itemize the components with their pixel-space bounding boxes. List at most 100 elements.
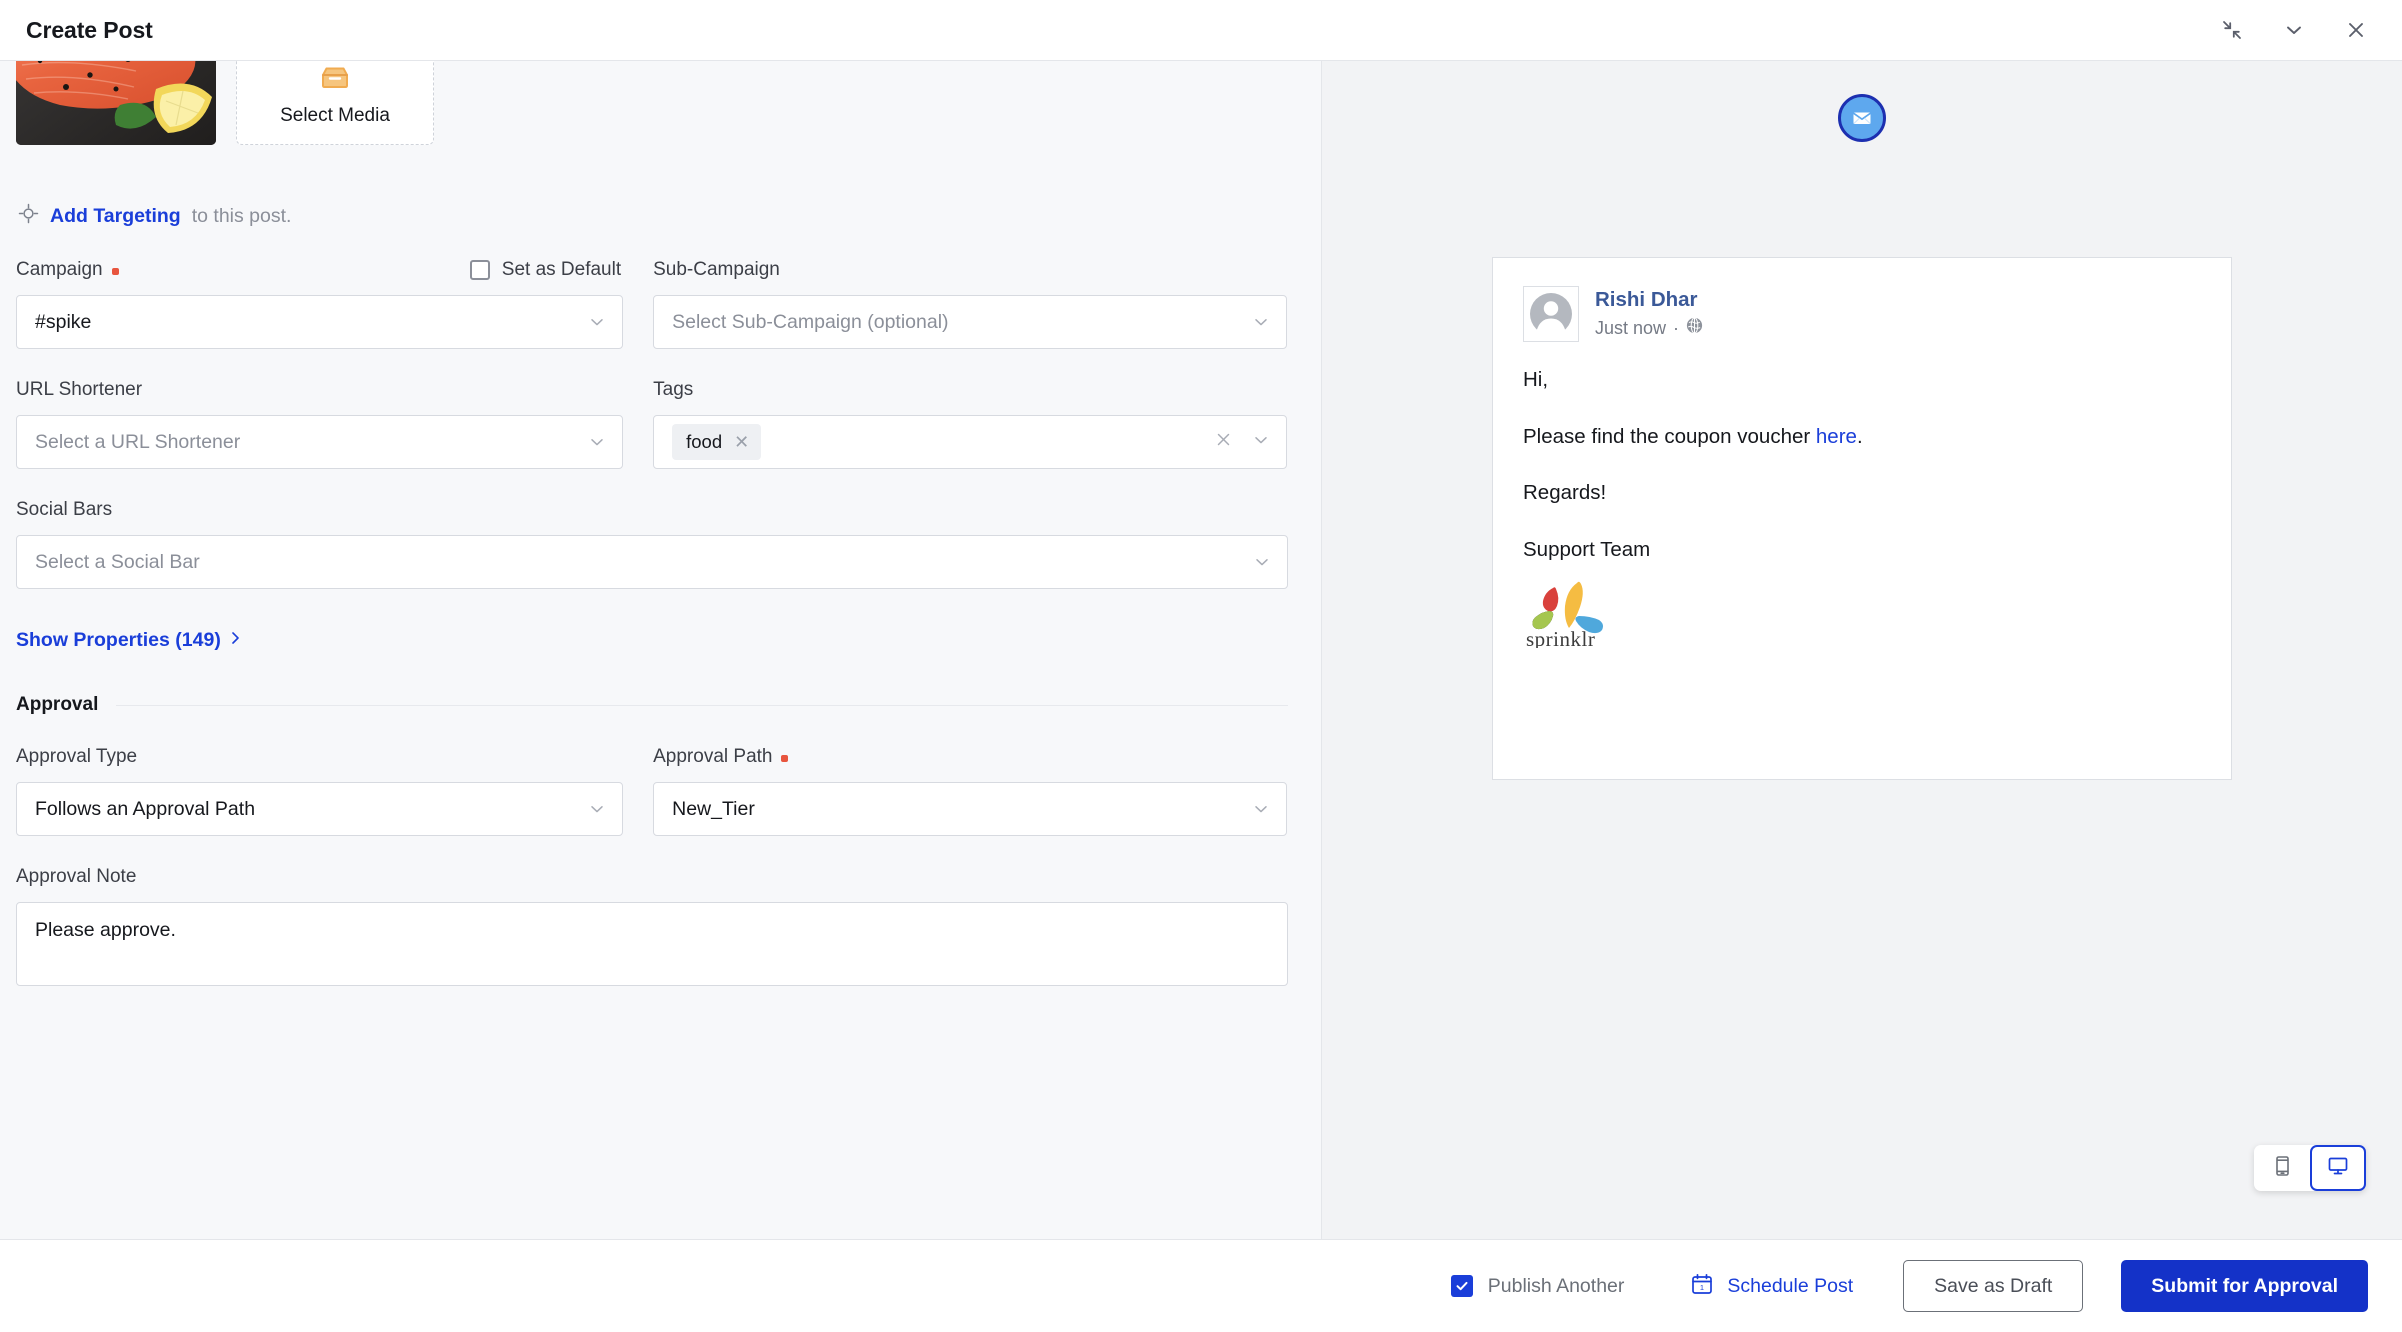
chevron-down-icon[interactable] <box>2280 16 2308 44</box>
post-preview-header: Rishi Dhar Just now · <box>1523 286 2201 342</box>
inbox-icon <box>321 66 349 95</box>
sub-campaign-select[interactable]: Select Sub-Campaign (optional) <box>653 295 1287 349</box>
required-indicator <box>781 754 789 762</box>
publish-another-checkbox[interactable] <box>1450 1275 1473 1297</box>
post-line-voucher: Please find the coupon voucher here. <box>1523 424 2201 448</box>
social-bars-label: Social Bars <box>16 499 113 520</box>
approval-path-value: New_Tier <box>672 797 755 820</box>
post-meta: Just now · <box>1595 317 1703 339</box>
show-properties-label: Show Properties (149) <box>16 629 221 651</box>
post-author-name[interactable]: Rishi Dhar <box>1595 288 1703 312</box>
post-greeting: Hi, <box>1523 368 1549 391</box>
social-bars-placeholder: Select a Social Bar <box>35 550 200 573</box>
chevron-right-icon <box>229 629 242 652</box>
post-line-suffix: . <box>1856 424 1863 448</box>
approval-type-value: Follows an Approval Path <box>35 797 256 820</box>
required-indicator <box>111 267 119 275</box>
select-media-button[interactable]: Select Media <box>236 61 434 145</box>
save-as-draft-button[interactable]: Save as Draft <box>1903 1260 2084 1312</box>
voucher-link[interactable]: here <box>1816 425 1857 448</box>
globe-icon <box>1686 317 1703 339</box>
url-shortener-placeholder: Select a URL Shortener <box>35 430 241 453</box>
social-bars-select[interactable]: Select a Social Bar <box>16 535 1288 589</box>
svg-text:sprinklr: sprinklr <box>1526 627 1595 648</box>
svg-text:1: 1 <box>1700 1283 1704 1292</box>
post-preview-body: Hi, Please find the coupon voucher here.… <box>1523 368 2201 561</box>
campaign-row: Campaign Set as Default #spike Sub-Campa… <box>16 257 1287 349</box>
approval-type-label: Approval Type <box>16 746 138 767</box>
add-targeting-suffix: to this post. <box>191 204 292 227</box>
mobile-icon <box>2272 1155 2292 1182</box>
tags-select[interactable]: food ✕ <box>653 415 1287 469</box>
approval-note-input[interactable]: Please approve. <box>16 902 1288 986</box>
url-shortener-field: URL Shortener Select a URL Shortener <box>16 377 653 469</box>
desktop-icon <box>2327 1155 2349 1182</box>
set-as-default-checkbox[interactable] <box>469 260 490 280</box>
chevron-down-icon <box>1252 431 1270 454</box>
approval-note-label: Approval Note <box>16 866 137 887</box>
remove-tag-icon[interactable]: ✕ <box>734 433 749 451</box>
show-properties-link[interactable]: Show Properties (149) <box>16 629 242 652</box>
post-preview-card: Rishi Dhar Just now · Hi, Please find th… <box>1492 257 2232 780</box>
url-tags-row: URL Shortener Select a URL Shortener Tag… <box>16 377 1287 469</box>
mobile-preview-button[interactable] <box>2254 1145 2310 1191</box>
email-icon[interactable] <box>1838 94 1886 142</box>
set-as-default-label: Set as Default <box>501 259 622 280</box>
tag-chip-label: food <box>686 431 723 452</box>
chevron-down-icon <box>588 433 606 451</box>
approval-section-header: Approval <box>16 694 1288 716</box>
select-media-label: Select Media <box>280 104 390 126</box>
campaign-value: #spike <box>35 310 92 333</box>
close-icon[interactable] <box>2342 16 2370 44</box>
media-row: Select Media <box>16 61 1287 145</box>
approval-row: Approval Type Follows an Approval Path A… <box>16 744 1287 836</box>
approval-type-field: Approval Type Follows an Approval Path <box>16 744 653 836</box>
publish-another-label: Publish Another <box>1487 1274 1625 1297</box>
post-timestamp: Just now <box>1595 317 1667 338</box>
sub-campaign-label: Sub-Campaign <box>653 259 780 280</box>
post-signature: Support Team <box>1523 537 1651 561</box>
approval-type-select[interactable]: Follows an Approval Path <box>16 782 624 836</box>
add-targeting-row: Add Targeting to this post. <box>16 203 1287 229</box>
avatar <box>1523 286 1579 342</box>
dialog-footer: Publish Another 1 Schedule Post Save as … <box>0 1239 2402 1332</box>
url-shortener-label: URL Shortener <box>16 379 143 400</box>
target-icon <box>18 203 39 229</box>
campaign-field: Campaign Set as Default #spike <box>16 257 653 349</box>
sub-campaign-field: Sub-Campaign Select Sub-Campaign (option… <box>653 257 1287 349</box>
approval-path-field: Approval Path New_Tier <box>653 744 1287 836</box>
submit-for-approval-button[interactable]: Submit for Approval <box>2121 1260 2368 1312</box>
dialog-titlebar: Create Post <box>0 0 2402 61</box>
titlebar-actions <box>2218 16 2376 44</box>
create-post-dialog: Create Post Select Media Add Targeting t… <box>0 0 2402 1332</box>
tag-chip[interactable]: food ✕ <box>672 424 762 460</box>
tags-label: Tags <box>653 379 694 400</box>
url-shortener-select[interactable]: Select a URL Shortener <box>16 415 624 469</box>
calendar-icon: 1 <box>1690 1272 1714 1301</box>
approval-note-field: Approval Note Please approve. <box>16 864 1288 986</box>
schedule-post-button[interactable]: 1 Schedule Post <box>1690 1272 1853 1301</box>
post-signoff: Regards! <box>1523 481 1607 504</box>
approval-path-label: Approval Path <box>653 746 773 767</box>
collapse-icon[interactable] <box>2218 16 2246 44</box>
device-preview-toggle <box>2254 1145 2366 1191</box>
chevron-down-icon <box>588 313 606 331</box>
tags-field: Tags food ✕ <box>653 377 1287 469</box>
desktop-preview-button[interactable] <box>2310 1145 2366 1191</box>
dialog-body: Select Media Add Targeting to this post. <box>0 61 2402 1239</box>
campaign-label: Campaign <box>16 259 103 280</box>
post-preview-panel: Rishi Dhar Just now · Hi, Please find th… <box>1322 61 2402 1239</box>
add-targeting-link[interactable]: Add Targeting <box>50 205 181 228</box>
chevron-down-icon <box>1253 553 1271 571</box>
sprinklr-logo: sprinklr <box>1523 576 1615 653</box>
campaign-select[interactable]: #spike <box>16 295 624 349</box>
chevron-down-icon <box>588 800 606 818</box>
approval-path-select[interactable]: New_Tier <box>653 782 1287 836</box>
clear-tags-icon[interactable] <box>1215 431 1232 453</box>
media-thumbnail[interactable] <box>16 61 216 145</box>
section-divider <box>116 704 1288 706</box>
post-line-prefix: Please find the coupon voucher <box>1523 424 1816 448</box>
publish-another-toggle[interactable]: Publish Another <box>1450 1274 1625 1298</box>
page-title: Create Post <box>26 16 153 43</box>
social-bars-field: Social Bars Select a Social Bar <box>16 497 1288 589</box>
